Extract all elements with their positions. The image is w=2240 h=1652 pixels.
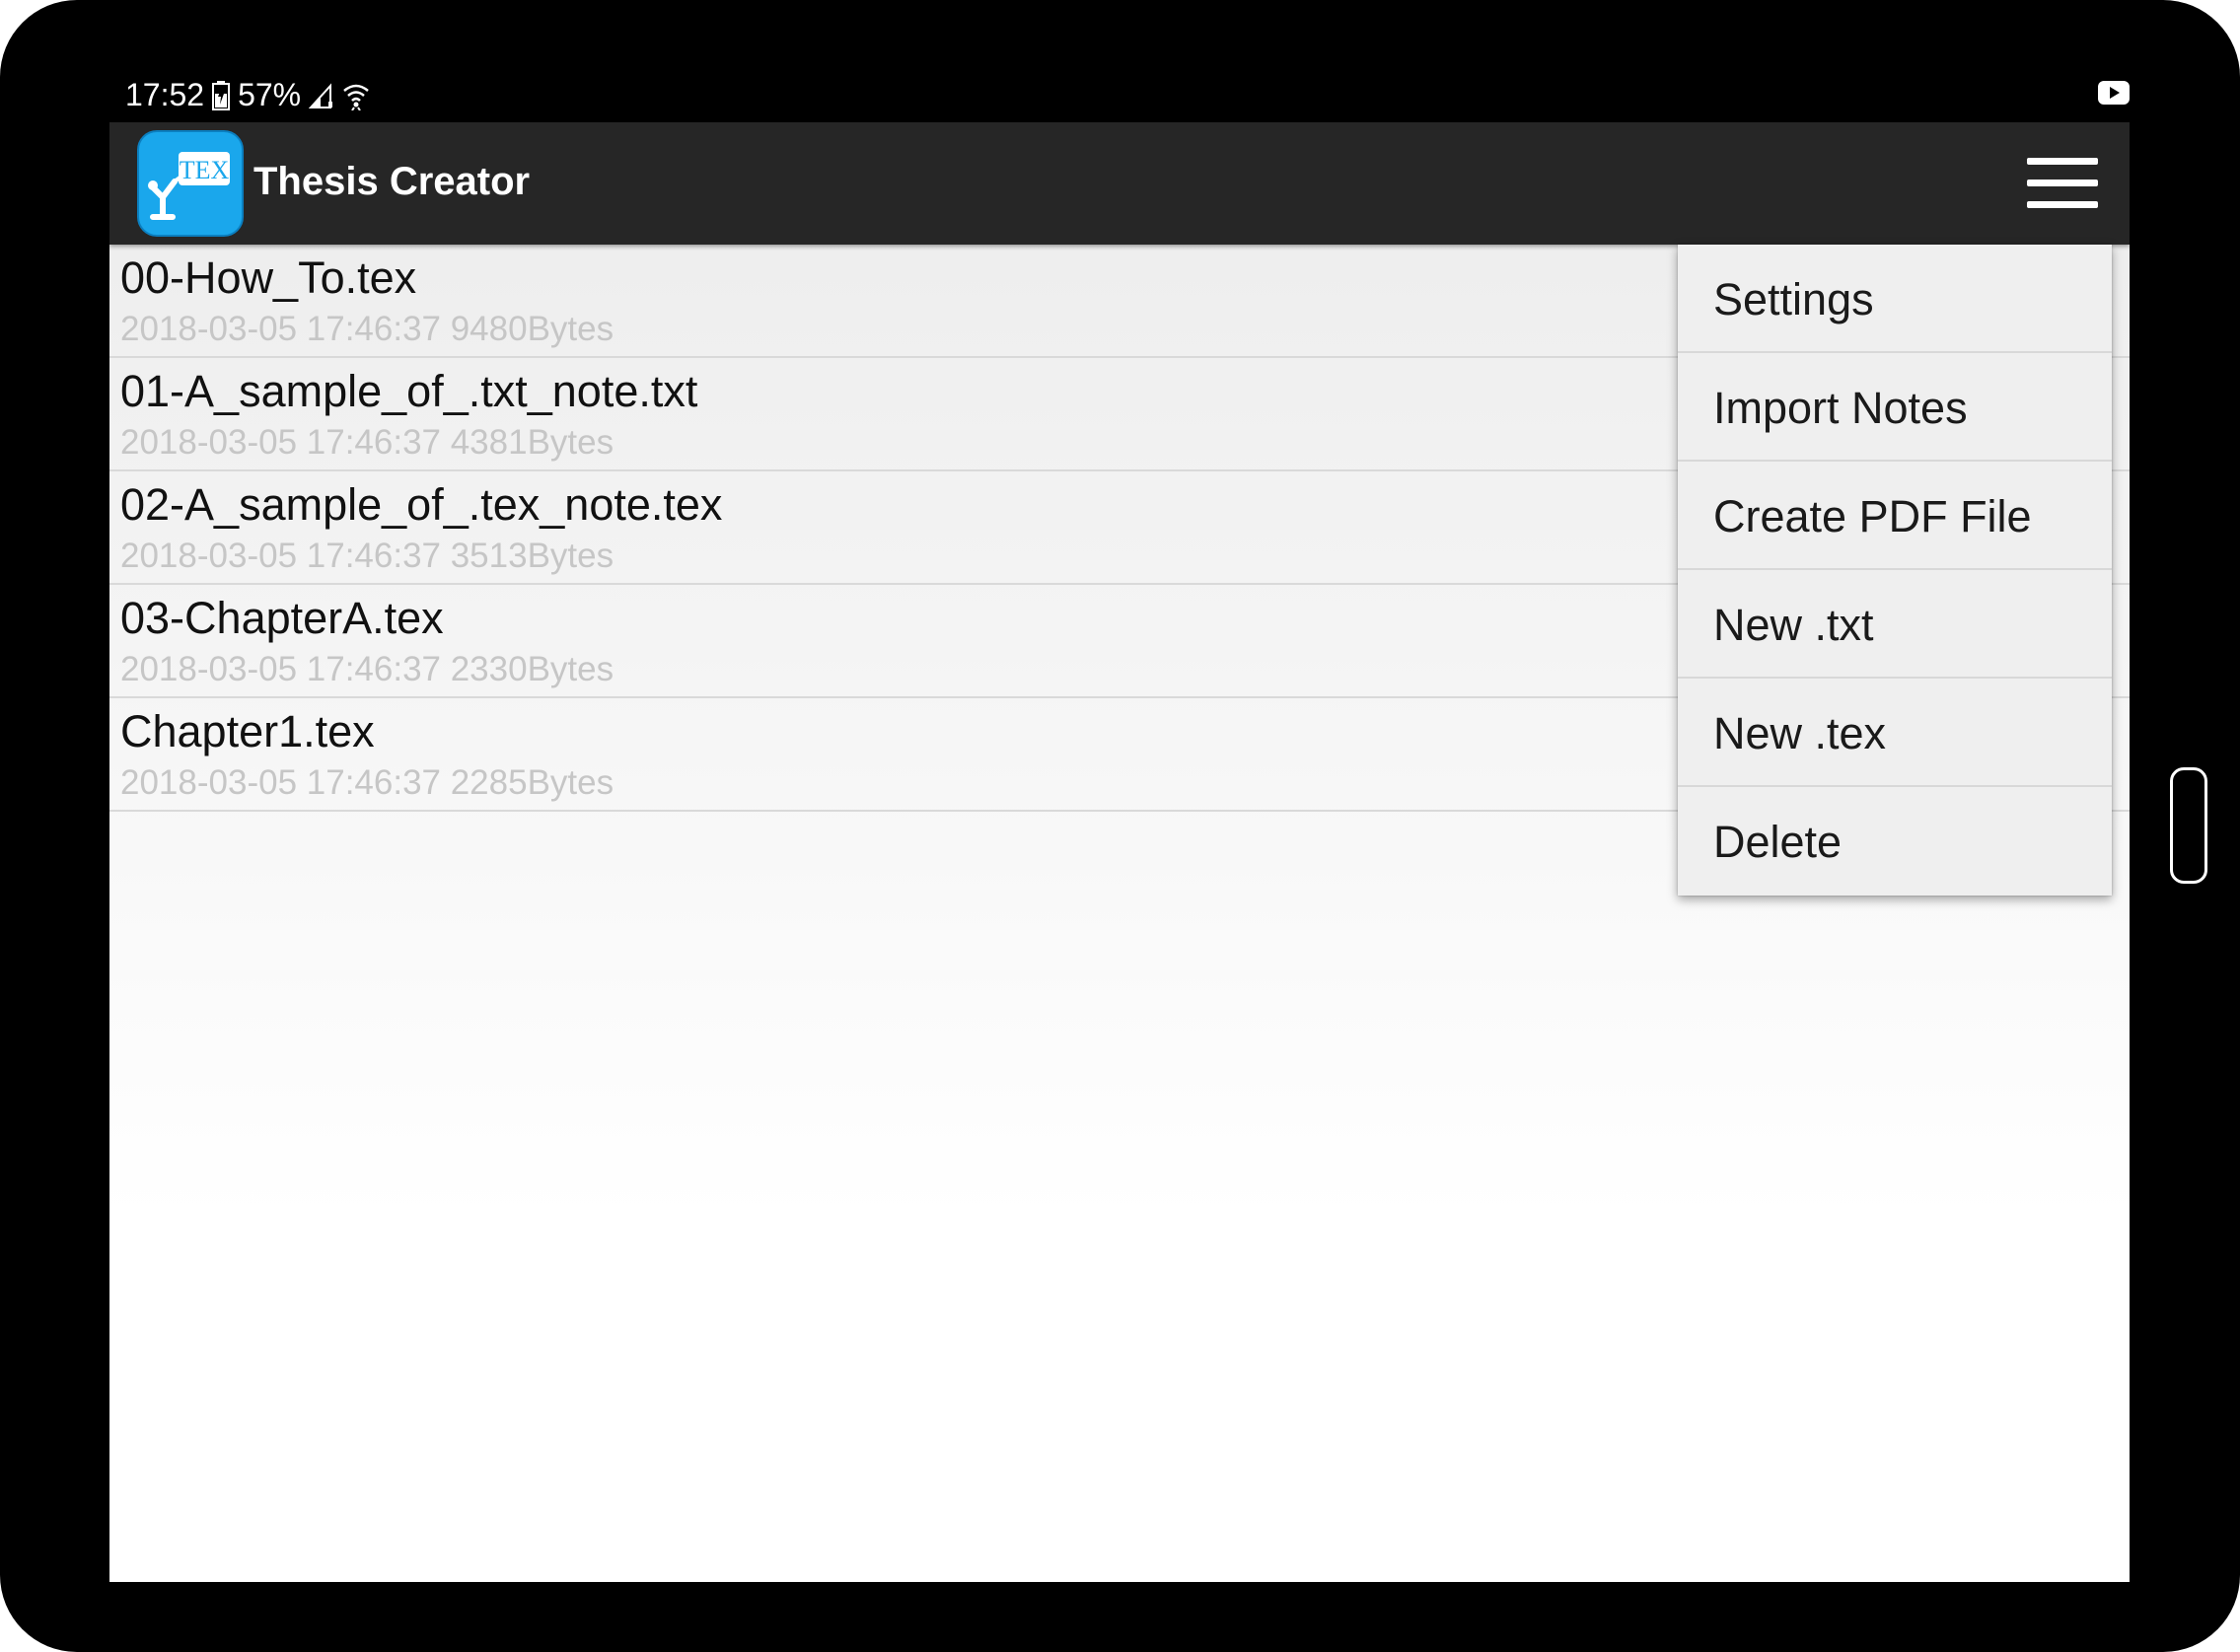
app-title: Thesis Creator bbox=[253, 160, 531, 203]
menu-item-new-txt[interactable]: New .txt bbox=[1678, 570, 2112, 679]
file-name: 03-ChapterA.tex bbox=[120, 593, 444, 643]
menu-item-label: New .tex bbox=[1713, 708, 1887, 758]
app-screen: TEX Thesis Creator 00-How_To.tex 2018-03… bbox=[109, 122, 2130, 1582]
home-button[interactable] bbox=[2170, 767, 2207, 884]
file-meta: 2018-03-05 17:46:37 4381Bytes bbox=[120, 423, 614, 462]
file-name: 01-A_sample_of_.txt_note.txt bbox=[120, 366, 698, 416]
hamburger-menu-icon bbox=[2027, 158, 2098, 165]
battery-icon bbox=[212, 80, 231, 110]
menu-item-label: Create PDF File bbox=[1713, 491, 2032, 541]
hamburger-menu-icon bbox=[2027, 201, 2098, 208]
menu-item-label: Delete bbox=[1713, 817, 1843, 867]
menu-item-import-notes[interactable]: Import Notes bbox=[1678, 353, 2112, 462]
file-meta: 2018-03-05 17:46:37 2330Bytes bbox=[120, 650, 614, 688]
file-meta: 2018-03-05 17:46:37 3513Bytes bbox=[120, 537, 614, 575]
menu-item-new-tex[interactable]: New .tex bbox=[1678, 679, 2112, 787]
wifi-icon bbox=[342, 81, 370, 110]
status-left: 17:52 57% bbox=[125, 77, 370, 113]
file-meta: 2018-03-05 17:46:37 2285Bytes bbox=[120, 763, 614, 802]
menu-item-label: Import Notes bbox=[1713, 383, 1968, 433]
hamburger-menu-button[interactable] bbox=[2027, 152, 2102, 215]
file-name: Chapter1.tex bbox=[120, 706, 375, 756]
battery-percentage: 57% bbox=[238, 77, 302, 112]
menu-item-settings[interactable]: Settings bbox=[1678, 245, 2112, 353]
app-logo: TEX bbox=[137, 130, 244, 237]
app-logo-text: TEX bbox=[180, 156, 230, 184]
menu-item-label: Settings bbox=[1713, 274, 1874, 324]
signal-icon bbox=[309, 82, 334, 109]
status-right bbox=[2098, 81, 2130, 105]
menu-item-label: New .txt bbox=[1713, 600, 1874, 650]
file-meta: 2018-03-05 17:46:37 9480Bytes bbox=[120, 310, 614, 348]
file-name: 02-A_sample_of_.tex_note.tex bbox=[120, 479, 723, 530]
status-time: 17:52 bbox=[125, 77, 205, 112]
screenshot-frame: 17:52 57% TEX Thesis Creator 00-How_To.t… bbox=[0, 0, 2240, 1652]
overflow-menu: Settings Import Notes Create PDF File Ne… bbox=[1678, 245, 2112, 896]
status-bar: 17:52 57% bbox=[109, 71, 2130, 122]
menu-item-delete[interactable]: Delete bbox=[1678, 787, 2112, 896]
menu-item-create-pdf[interactable]: Create PDF File bbox=[1678, 462, 2112, 570]
app-bar: TEX Thesis Creator bbox=[109, 122, 2130, 245]
youtube-icon bbox=[2098, 81, 2130, 105]
hamburger-menu-icon bbox=[2027, 180, 2098, 186]
tablet-bezel: 17:52 57% TEX Thesis Creator 00-How_To.t… bbox=[0, 0, 2240, 1652]
file-name: 00-How_To.tex bbox=[120, 252, 417, 303]
